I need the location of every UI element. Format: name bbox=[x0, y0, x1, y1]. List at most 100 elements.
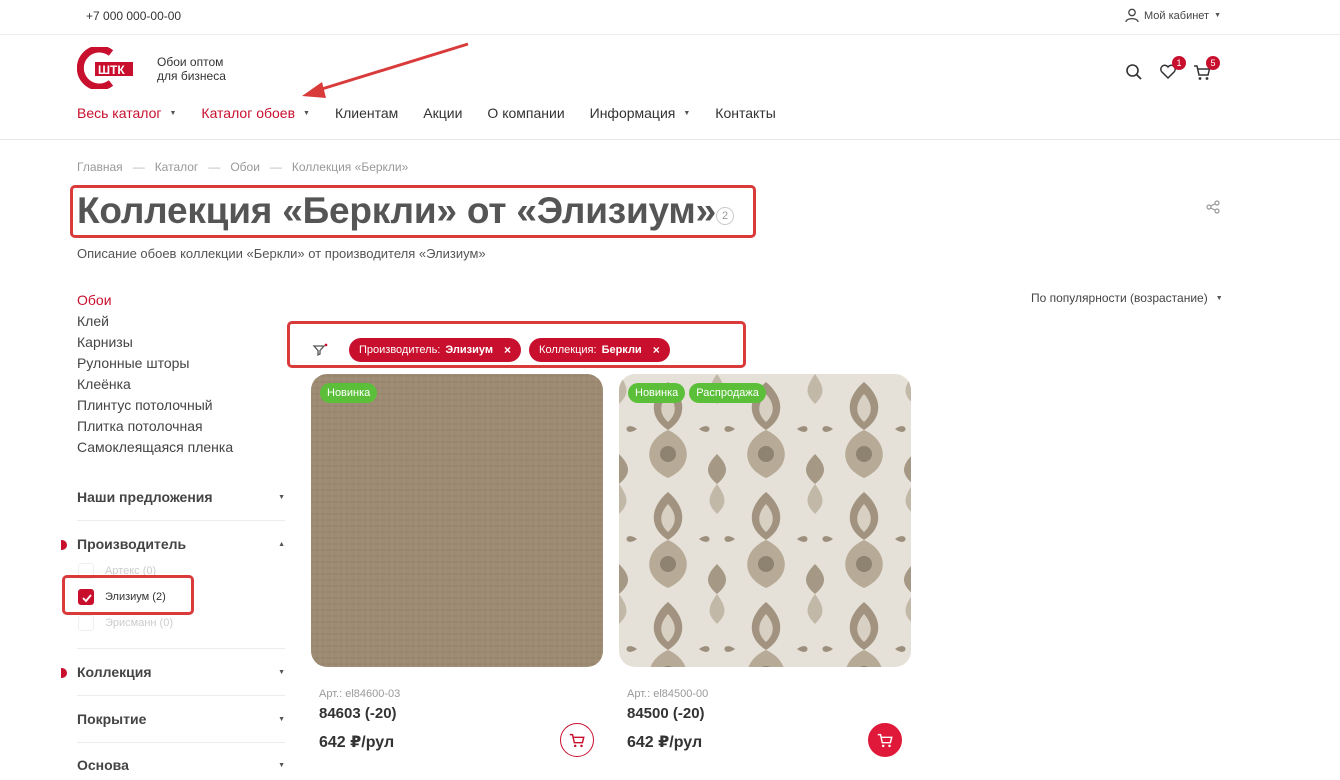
filter-manufacturer-header[interactable]: Производитель ▲ bbox=[77, 536, 285, 552]
slogan-line-2: для бизнеса bbox=[157, 69, 226, 83]
logo-text: ШТК bbox=[98, 63, 125, 77]
my-account-menu[interactable]: Мой кабинет ▼ bbox=[1125, 8, 1221, 23]
category-item-self-adhesive-film[interactable]: Самоклеящаяся пленка bbox=[77, 437, 233, 458]
product-price: 642 ₽/рул bbox=[319, 734, 395, 751]
product-card[interactable]: Новинка Распродажа Арт.: el84500-00 8450… bbox=[619, 374, 911, 757]
product-count-badge: 2 bbox=[716, 207, 734, 225]
product-article: Арт.: el84500-00 bbox=[627, 688, 709, 700]
active-filter-marker bbox=[61, 540, 67, 550]
chevron-down-icon: ▼ bbox=[1215, 294, 1223, 302]
add-to-cart-button[interactable] bbox=[868, 723, 902, 757]
category-item-wallpaper[interactable]: Обои bbox=[77, 290, 233, 311]
slogan-line-1: Обои оптом bbox=[157, 55, 224, 69]
breadcrumb-home[interactable]: Главная bbox=[77, 160, 123, 174]
category-item-ceiling-plinth[interactable]: Плинтус потолочный bbox=[77, 395, 233, 416]
cart-button[interactable]: 5 bbox=[1192, 56, 1220, 82]
breadcrumb-catalog[interactable]: Каталог bbox=[155, 160, 199, 174]
sort-dropdown[interactable]: По популярности (возрастание) ▼ bbox=[1031, 291, 1223, 305]
product-name[interactable]: 84500 (-20) bbox=[627, 705, 705, 722]
close-icon[interactable]: × bbox=[504, 343, 511, 357]
nav-item-about[interactable]: О компании bbox=[487, 105, 564, 121]
category-item-ceiling-tile[interactable]: Плитка потолочная bbox=[77, 416, 233, 437]
product-tags: Новинка Распродажа bbox=[628, 383, 766, 403]
phone-link[interactable]: +7 000 000-00-00 bbox=[86, 9, 181, 23]
chip-value: Беркли bbox=[601, 344, 642, 356]
nav-label: О компании bbox=[487, 105, 565, 121]
checkbox-manufacturer-erismann[interactable] bbox=[78, 615, 94, 631]
product-card[interactable]: Новинка Арт.: el84600-03 84603 (-20) 642… bbox=[311, 374, 603, 757]
nav-item-all-catalog[interactable]: Весь каталог ▼ bbox=[77, 105, 176, 121]
nav-label: Весь каталог bbox=[77, 105, 162, 121]
filter-option-label: Эрисманн (0) bbox=[105, 617, 173, 629]
slogan: Обои оптом для бизнеса bbox=[157, 55, 226, 83]
filter-title: Основа bbox=[77, 757, 129, 773]
add-to-cart-button[interactable] bbox=[560, 723, 594, 757]
annotation-arrow bbox=[302, 42, 469, 98]
chevron-down-icon: ▼ bbox=[278, 761, 285, 769]
my-account-label: Мой кабинет bbox=[1144, 9, 1210, 22]
product-name[interactable]: 84603 (-20) bbox=[319, 705, 397, 722]
breadcrumb-separator: — bbox=[269, 160, 282, 174]
search-button[interactable] bbox=[1124, 62, 1144, 82]
user-icon bbox=[1125, 8, 1139, 23]
filter-title: Покрытие bbox=[77, 711, 147, 727]
checkbox-annotation-box bbox=[62, 575, 194, 615]
sort-label: По популярности (возрастание) bbox=[1031, 291, 1208, 305]
breadcrumb-current: Коллекция «Беркли» bbox=[291, 160, 409, 174]
nav-label: Контакты bbox=[715, 105, 776, 121]
share-icon[interactable] bbox=[1206, 200, 1220, 214]
filter-title: Коллекция bbox=[77, 664, 152, 680]
breadcrumb-separator: — bbox=[208, 160, 221, 174]
wallpaper-damask-pattern bbox=[619, 374, 911, 667]
chip-name: Коллекция: bbox=[539, 344, 597, 356]
product-tags: Новинка bbox=[320, 383, 378, 403]
filter-base[interactable]: Основа ▼ bbox=[77, 757, 285, 780]
favorites-button[interactable]: 1 bbox=[1158, 56, 1186, 82]
collection-description: Описание обоев коллекции «Беркли» от про… bbox=[77, 246, 486, 261]
close-icon[interactable]: × bbox=[653, 343, 660, 357]
product-image[interactable]: Новинка Распродажа bbox=[619, 374, 911, 667]
category-list: Обои Клей Карнизы Рулонные шторы Клеёнка… bbox=[77, 290, 233, 458]
product-image[interactable]: Новинка bbox=[311, 374, 603, 667]
active-filters: Производитель: Элизиум × Коллекция: Берк… bbox=[311, 338, 670, 362]
header-actions: 1 5 bbox=[1124, 56, 1220, 82]
nav-item-information[interactable]: Информация ▼ bbox=[590, 105, 691, 121]
category-item-glue[interactable]: Клей bbox=[77, 311, 233, 332]
category-item-cornices[interactable]: Карнизы bbox=[77, 332, 233, 353]
site-header: ШТК Обои оптом для бизнеса Весь каталог … bbox=[0, 36, 1340, 140]
category-item-roller-blinds[interactable]: Рулонные шторы bbox=[77, 353, 233, 374]
nav-item-contacts[interactable]: Контакты bbox=[715, 105, 775, 121]
company-logo[interactable]: ШТК bbox=[77, 47, 133, 89]
wallpaper-plain-texture bbox=[311, 374, 603, 667]
nav-label: Каталог обоев bbox=[201, 105, 296, 121]
filter-title: Производитель bbox=[77, 536, 187, 552]
product-article: Арт.: el84600-03 bbox=[319, 688, 401, 700]
cart-icon bbox=[877, 733, 893, 748]
top-bar: +7 000 000-00-00 Мой кабинет ▼ bbox=[0, 0, 1340, 35]
chevron-down-icon: ▼ bbox=[169, 109, 177, 117]
chevron-down-icon: ▼ bbox=[278, 493, 285, 501]
breadcrumb-wallpaper[interactable]: Обои bbox=[230, 160, 260, 174]
chip-name: Производитель: bbox=[359, 344, 441, 356]
search-icon bbox=[1126, 64, 1142, 80]
filter-title: Наши предложения bbox=[77, 489, 213, 505]
chevron-down-icon: ▼ bbox=[278, 715, 285, 723]
filter-coating[interactable]: Покрытие ▼ bbox=[77, 711, 285, 743]
filter-collection[interactable]: Коллекция ▼ bbox=[61, 664, 285, 696]
chevron-down-icon: ▼ bbox=[1214, 12, 1222, 19]
cart-badge: 5 bbox=[1206, 56, 1220, 70]
filter-reset-icon[interactable] bbox=[311, 340, 331, 360]
filter-offers[interactable]: Наши предложения ▼ bbox=[77, 489, 285, 521]
cart-icon bbox=[569, 733, 585, 748]
chevron-up-icon: ▲ bbox=[278, 540, 285, 548]
chevron-down-icon: ▼ bbox=[303, 109, 310, 117]
active-filter-marker bbox=[61, 668, 67, 678]
breadcrumb-separator: — bbox=[132, 160, 145, 174]
chevron-down-icon: ▼ bbox=[683, 109, 691, 117]
chip-value: Элизиум bbox=[445, 344, 494, 356]
nav-label: Информация bbox=[589, 105, 676, 121]
category-item-oilcloth[interactable]: Клеёнка bbox=[77, 374, 233, 395]
chip-collection[interactable]: Коллекция: Беркли × bbox=[529, 338, 670, 362]
chip-manufacturer[interactable]: Производитель: Элизиум × bbox=[349, 338, 522, 362]
breadcrumb: Главная — Каталог — Обои — Коллекция «Бе… bbox=[77, 160, 408, 174]
